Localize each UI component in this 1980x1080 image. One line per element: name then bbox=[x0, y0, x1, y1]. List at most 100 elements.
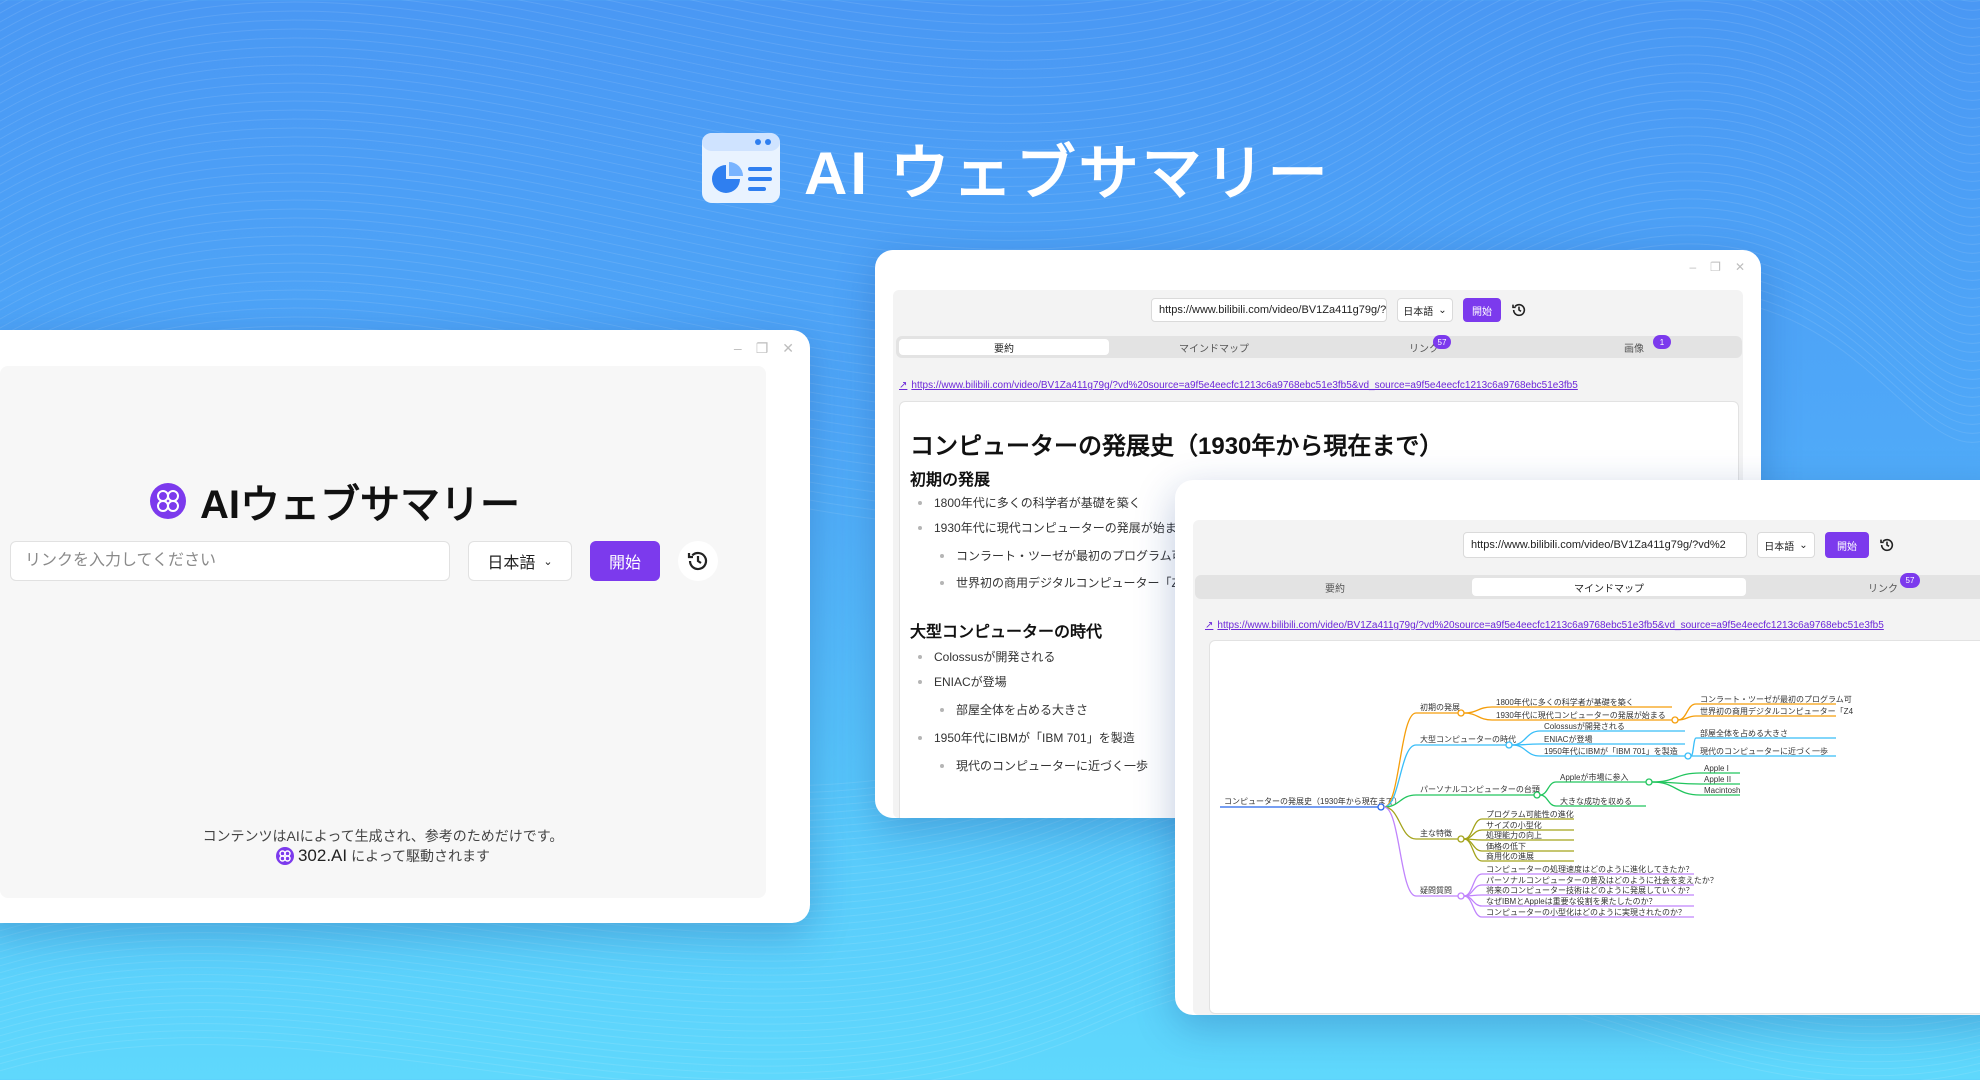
minimize-icon[interactable]: – bbox=[734, 340, 742, 357]
mindmap-leaf: 1800年代に多くの科学者が基礎を築く bbox=[1496, 697, 1634, 707]
mindmap-leaf: 1930年代に現代コンピューターの発展が始まる bbox=[1496, 710, 1666, 720]
list-item: 部屋全体を占める大きさ bbox=[940, 701, 1088, 718]
mindmap-leaf: コンピューターの小型化はどのように実現されたのか？ bbox=[1486, 907, 1686, 917]
language-select[interactable]: 日本語 ⌄ bbox=[468, 541, 572, 581]
url-input[interactable]: https://www.bilibili.com/video/BV1Za411g… bbox=[1463, 532, 1747, 558]
mindmap-edge bbox=[1463, 706, 1493, 714]
close-icon[interactable]: ✕ bbox=[1735, 260, 1745, 274]
tab-links[interactable]: リンク 57 bbox=[1746, 573, 1980, 596]
disclaimer-text: コンテンツはAIによって生成され、参考のためだけです。 bbox=[202, 828, 564, 844]
wave-line bbox=[778, 0, 1203, 25]
mindmap-root: コンピューターの発展史（1930年から現在まで） bbox=[1224, 796, 1402, 806]
302ai-small-logo-icon bbox=[275, 847, 294, 865]
mindmap-edge bbox=[1690, 737, 1697, 757]
mindmap-leaf: コンラート・ツーゼが最初のプログラム可 bbox=[1700, 694, 1852, 704]
mindmap-edge bbox=[1539, 781, 1557, 796]
mindmap-node-dot bbox=[1457, 892, 1465, 900]
mindmap-branch: パーソナルコンピューターの台頭 bbox=[1420, 784, 1540, 794]
wave-line bbox=[0, 0, 1980, 142]
mindmap-node-dot bbox=[1671, 716, 1679, 724]
history-icon[interactable] bbox=[1879, 537, 1895, 553]
mindmap-node-dot bbox=[1505, 741, 1513, 749]
mindmap-leaf: 1950年代にIBMが「IBM 701」を製造 bbox=[1544, 746, 1678, 756]
mindmap-leaf: なぜIBMとAppleは重要な役割を果たしたのか？ bbox=[1486, 896, 1657, 906]
tab-links-label: リンク bbox=[1868, 583, 1898, 595]
images-count-badge: 1 bbox=[1653, 335, 1671, 349]
start-button[interactable]: 開始 bbox=[590, 541, 660, 581]
mindmap-leaf: 処理能力の向上 bbox=[1486, 830, 1542, 840]
mindmap-leaf: 将来のコンピューター技術はどのように発展していくか？ bbox=[1486, 885, 1694, 895]
language-select[interactable]: 日本語 ⌄ bbox=[1757, 532, 1815, 558]
mindmap-leaf: 価格の低下 bbox=[1486, 841, 1526, 851]
start-button[interactable]: 開始 bbox=[1463, 298, 1501, 322]
url-input[interactable]: https://www.bilibili.com/video/BV1Za411g… bbox=[1151, 298, 1387, 322]
mindmap-edge bbox=[1511, 744, 1541, 757]
wave-line bbox=[0, 0, 1233, 34]
minimize-icon[interactable]: – bbox=[1689, 260, 1696, 274]
tab-images-label: 画像 bbox=[1624, 343, 1644, 355]
hero-header: AI ウェブサマリー bbox=[700, 128, 1331, 208]
tab-images[interactable]: 画像 1 bbox=[1529, 335, 1739, 355]
window-controls: – ❐ ✕ bbox=[1689, 260, 1745, 274]
tab-summary-label: 要約 bbox=[994, 343, 1014, 355]
mindmap-leaf: 商用化の進展 bbox=[1486, 851, 1534, 861]
mindmap-leaf: Macintosh bbox=[1704, 786, 1740, 795]
language-value: 日本語 bbox=[1764, 541, 1795, 553]
source-link-text: https://www.bilibili.com/video/BV1Za411g… bbox=[911, 380, 1578, 391]
mindmap-node-dot bbox=[1533, 791, 1541, 799]
wave-line bbox=[0, 0, 1980, 115]
tab-mindmap-label: マインドマップ bbox=[1574, 583, 1644, 595]
restore-icon[interactable]: ❐ bbox=[1710, 260, 1721, 274]
mindmap-branch: 大型コンピューターの時代 bbox=[1420, 734, 1516, 744]
source-link[interactable]: ↗ https://www.bilibili.com/video/BV1Za41… bbox=[899, 380, 1578, 391]
app-window-home: – ❐ ✕ AIウェブサマリー 日本語 ⌄ 開始 bbox=[0, 330, 810, 923]
language-value: 日本語 bbox=[487, 555, 536, 572]
hero-title: AI ウェブサマリー bbox=[804, 139, 1331, 207]
mindmap-node-dot bbox=[1377, 803, 1385, 811]
mindmap-branch: 疑問質問 bbox=[1420, 885, 1452, 895]
mindmap-edge bbox=[1511, 730, 1541, 746]
list-item: 世界初の商用デジタルコンピューター「Z4 bbox=[940, 574, 1186, 591]
section-heading: 初期の発展 bbox=[910, 472, 991, 489]
source-link[interactable]: ↗ https://www.bilibili.com/video/BV1Za41… bbox=[1205, 620, 1884, 631]
mindmap-node-dot bbox=[1457, 709, 1465, 717]
links-count-badge: 57 bbox=[1433, 335, 1451, 349]
302ai-logo-icon bbox=[150, 483, 186, 519]
tab-mindmap[interactable]: マインドマップ bbox=[1109, 339, 1319, 355]
tab-mindmap[interactable]: マインドマップ bbox=[1472, 578, 1746, 596]
restore-icon[interactable]: ❐ bbox=[756, 340, 769, 357]
brand-link[interactable]: 302.AI bbox=[298, 846, 347, 866]
history-icon[interactable] bbox=[1511, 302, 1527, 318]
mindmap-edge bbox=[1383, 712, 1417, 808]
tab-links[interactable]: リンク 57 bbox=[1319, 335, 1529, 355]
mindmap-edge bbox=[1651, 772, 1701, 783]
app-window-mindmap: https://www.bilibili.com/video/BV1Za411g… bbox=[1175, 480, 1980, 1015]
app-title-label: AIウェブサマリー bbox=[200, 483, 520, 527]
app-title: AIウェブサマリー bbox=[150, 472, 520, 530]
external-link-icon: ↗ bbox=[899, 380, 908, 391]
input-row: 日本語 ⌄ 開始 bbox=[10, 541, 718, 581]
wave-line bbox=[0, 0, 1980, 88]
list-item: 1950年代にIBMが「IBM 701」を製造 bbox=[918, 729, 1135, 746]
tab-summary[interactable]: 要約 bbox=[899, 339, 1109, 355]
close-icon[interactable]: ✕ bbox=[782, 340, 794, 357]
powered-by: 302.AI によって駆動されます bbox=[0, 846, 766, 866]
wave-line bbox=[830, 0, 1166, 16]
mindmap-node-dot bbox=[1684, 752, 1692, 760]
list-item: Colossusが開発される bbox=[918, 648, 1055, 665]
language-select[interactable]: 日本語 ⌄ bbox=[1397, 298, 1453, 322]
mindmap-edge bbox=[1463, 712, 1493, 721]
language-value: 日本語 bbox=[1403, 306, 1434, 318]
mindmap-edge bbox=[1539, 794, 1557, 807]
mindmap-leaf: パーソナルコンピューターの普及はどのように社会を変えたか？ bbox=[1486, 875, 1718, 885]
chevron-down-icon: ⌄ bbox=[1438, 304, 1447, 316]
start-button[interactable]: 開始 bbox=[1825, 532, 1869, 558]
tab-summary[interactable]: 要約 bbox=[1198, 578, 1472, 596]
mindmap-leaf: Appleが市場に参入 bbox=[1560, 772, 1628, 782]
mindmap-canvas: コンピューターの発展史（1930年から現在まで） 初期の発展 1800年代に多くの科… bbox=[1209, 640, 1980, 1014]
mindmap-leaf: 現代のコンピューターに近づく一歩 bbox=[1700, 746, 1828, 756]
mindmap-leaf: プログラム可能性の進化 bbox=[1486, 809, 1574, 819]
link-input[interactable] bbox=[10, 541, 450, 581]
wave-line bbox=[0, 0, 1301, 61]
history-button[interactable] bbox=[678, 541, 718, 581]
